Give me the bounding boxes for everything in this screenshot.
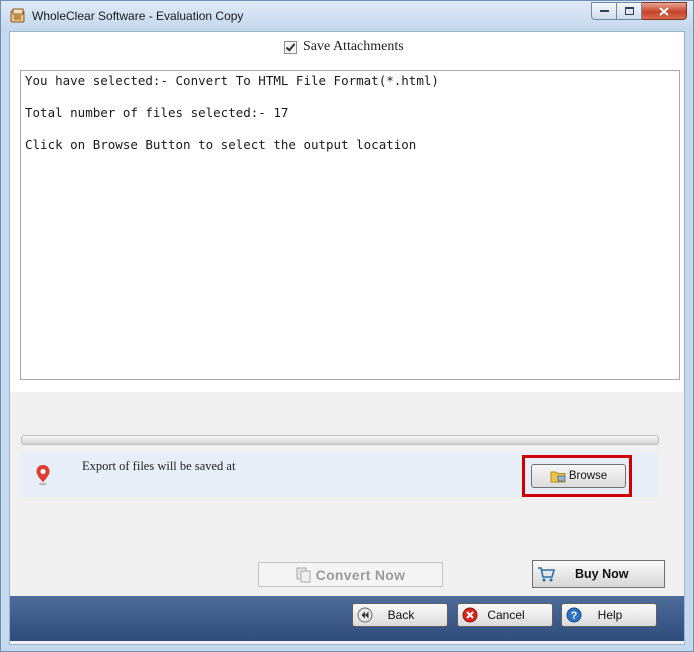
browse-button-label: Browse — [568, 470, 608, 482]
log-line-selected-format: You have selected:- Convert To HTML File… — [25, 73, 439, 88]
folder-icon — [550, 471, 566, 482]
convert-now-label: Convert Now — [315, 566, 406, 583]
cancel-icon — [462, 607, 478, 623]
close-button[interactable] — [642, 2, 687, 20]
save-attachments-checkbox[interactable] — [284, 40, 297, 54]
minimize-icon — [599, 10, 609, 12]
title-bar[interactable]: WholeClear Software - Evaluation Copy — [1, 1, 693, 31]
location-pin-icon — [36, 465, 50, 486]
progress-bar — [21, 435, 659, 445]
export-location-label: Export of files will be saved at — [82, 459, 236, 473]
buy-now-label: Buy Now — [575, 567, 629, 581]
browse-button[interactable]: Browse — [531, 464, 626, 488]
cancel-button[interactable]: Cancel — [457, 603, 553, 627]
log-line-file-count: Total number of files selected:- 17 — [25, 105, 289, 120]
help-button[interactable]: ? Help — [561, 603, 657, 627]
maximize-icon — [624, 7, 634, 15]
save-attachments-option[interactable]: Save Attachments — [284, 39, 404, 55]
convert-icon — [296, 567, 311, 582]
client-area: Save Attachments You have selected:- Con… — [9, 31, 685, 645]
footer-bar: Back Cancel ? Help — [10, 596, 684, 641]
cart-icon — [538, 567, 555, 582]
svg-text:?: ? — [571, 610, 578, 622]
cancel-label: Cancel — [487, 608, 525, 622]
buy-now-button[interactable]: Buy Now — [532, 560, 665, 588]
app-icon — [10, 8, 25, 23]
caption-buttons — [591, 2, 687, 21]
back-icon — [357, 607, 373, 623]
browse-highlight-box: Browse — [522, 455, 632, 497]
back-button[interactable]: Back — [352, 603, 448, 627]
close-icon — [659, 6, 669, 16]
maximize-button[interactable] — [617, 2, 642, 20]
minimize-button[interactable] — [591, 2, 617, 20]
convert-now-button[interactable]: Convert Now — [258, 562, 443, 587]
back-label: Back — [387, 608, 415, 622]
save-attachments-label: Save Attachments — [303, 39, 404, 54]
log-line-instruction: Click on Browse Button to select the out… — [25, 137, 417, 152]
bottom-panel: Export of files will be saved at Browse … — [10, 392, 684, 644]
help-icon: ? — [566, 607, 582, 623]
help-label: Help — [597, 608, 623, 622]
app-window: WholeClear Software - Evaluation Copy Sa… — [0, 0, 694, 652]
status-log[interactable]: You have selected:- Convert To HTML File… — [20, 70, 680, 380]
window-title: WholeClear Software - Evaluation Copy — [32, 9, 244, 23]
